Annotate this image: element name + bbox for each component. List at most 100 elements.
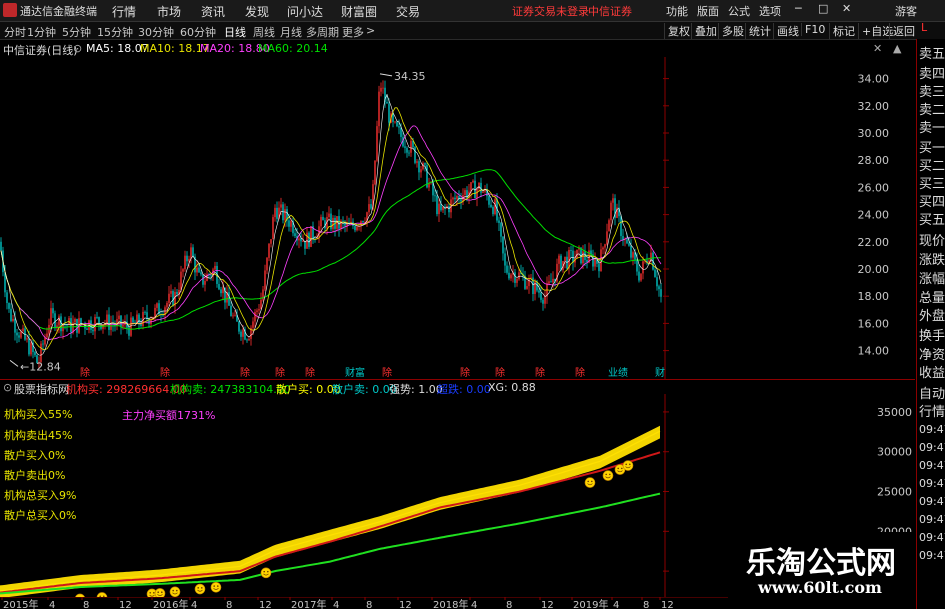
- candle-body: [170, 290, 172, 294]
- period-60min[interactable]: 60分钟: [180, 24, 216, 40]
- ma60-line: [0, 169, 662, 330]
- candle-body: [604, 244, 606, 248]
- candle-body: [560, 255, 562, 271]
- candle-body: [328, 213, 330, 218]
- time-axis-label: 12: [399, 600, 412, 609]
- menu-ask[interactable]: 问小达: [287, 3, 323, 20]
- price-chart[interactable]: 34.00 32.00 30.00 28.00 26.00 24.00 22.00 20.00…: [0, 57, 915, 379]
- candle-body: [58, 316, 60, 326]
- candle-body: [240, 331, 242, 337]
- candle-body: [184, 255, 186, 270]
- menu-market[interactable]: 市场: [157, 3, 181, 20]
- add-watchlist-button[interactable]: +自选: [858, 23, 893, 39]
- candle-body: [290, 221, 292, 227]
- candle-body: [120, 315, 122, 327]
- candle-body: [320, 216, 322, 227]
- settings-gear-icon[interactable]: ⊙: [73, 42, 82, 55]
- menu-options[interactable]: 选项: [759, 3, 781, 19]
- candle-body: [572, 250, 574, 263]
- smile-eye: [161, 591, 163, 594]
- candle-body: [94, 317, 96, 332]
- candle-body: [284, 209, 286, 221]
- period-more[interactable]: 更多: [342, 24, 364, 40]
- menu-formula[interactable]: 公式: [728, 3, 750, 19]
- menu-news[interactable]: 资讯: [201, 3, 225, 20]
- candle-body: [198, 267, 200, 273]
- candle-body: [14, 318, 16, 333]
- low-marker: [9, 359, 19, 367]
- candle-body: [602, 247, 604, 250]
- candle-body: [118, 315, 120, 320]
- f10-button[interactable]: F10: [801, 23, 825, 36]
- period-multi[interactable]: 多周期: [306, 24, 339, 40]
- adjust-button[interactable]: 复权: [664, 23, 690, 39]
- menu-layout[interactable]: 版面: [697, 3, 719, 19]
- overlay-button[interactable]: 叠加: [691, 23, 717, 39]
- time-axis-label: 4: [191, 600, 197, 609]
- candle-body: [550, 281, 552, 283]
- menu-trade[interactable]: 交易: [396, 3, 420, 20]
- auto-label[interactable]: 自动: [919, 383, 945, 402]
- guest-label[interactable]: 游客: [895, 3, 917, 19]
- menu-wealth[interactable]: 财富圈: [341, 3, 377, 20]
- candle-body: [420, 169, 422, 173]
- time-axis-label: 2015年: [3, 598, 38, 609]
- candle-body: [186, 255, 188, 262]
- period-15min[interactable]: 15分钟: [97, 24, 133, 40]
- menu-discover[interactable]: 发现: [245, 3, 269, 20]
- menu-market-quotes[interactable]: 行情: [112, 3, 136, 20]
- time-axis-label: 8: [643, 600, 649, 609]
- candle-body: [70, 318, 72, 333]
- back-button[interactable]: 返回: [889, 23, 915, 39]
- period-tick[interactable]: 分时: [4, 24, 26, 40]
- candle-body: [280, 204, 282, 208]
- candle-body: [558, 255, 560, 264]
- candle-body: [452, 197, 454, 200]
- candle-body: [542, 299, 544, 304]
- high-label: 34.35: [394, 70, 426, 83]
- indicator-settings-icon[interactable]: ⊙: [3, 381, 12, 394]
- indicator-axis-label: 25000: [877, 486, 912, 499]
- draw-line-button[interactable]: 画线: [773, 23, 799, 39]
- period-weekly[interactable]: 周线: [253, 24, 275, 40]
- candle-body: [182, 269, 184, 272]
- maximize-icon[interactable]: □: [818, 2, 828, 15]
- bid4-label: 买四: [919, 195, 945, 210]
- panel-toggle-icon[interactable]: L: [921, 21, 927, 34]
- collapse-up-icon[interactable]: ▲: [893, 42, 901, 55]
- login-warning[interactable]: 证券交易未登录: [512, 3, 589, 19]
- close-panel-icon[interactable]: ✕: [873, 42, 882, 55]
- stat-retail-sell: 散户卖出0%: [4, 469, 66, 482]
- statistics-button[interactable]: 统计: [745, 23, 771, 39]
- event-marker: 除: [495, 366, 505, 379]
- chevron-right-icon[interactable]: >: [366, 24, 375, 37]
- candle-body: [448, 206, 450, 213]
- period-daily[interactable]: 日线: [224, 24, 246, 40]
- menu-function[interactable]: 功能: [666, 3, 688, 19]
- price-axis-label: 16.00: [858, 317, 890, 330]
- close-icon[interactable]: ✕: [842, 2, 851, 15]
- period-5min[interactable]: 5分钟: [62, 24, 91, 40]
- candle-body: [156, 303, 158, 308]
- candle-body: [122, 324, 124, 327]
- candle-body: [380, 87, 382, 92]
- mark-button[interactable]: 标记: [829, 23, 855, 39]
- minimize-icon[interactable]: ─: [795, 2, 802, 15]
- time-axis-label: 8: [226, 600, 232, 609]
- multi-stock-button[interactable]: 多股: [718, 23, 744, 39]
- period-30min[interactable]: 30分钟: [138, 24, 174, 40]
- broker-name[interactable]: 中信证券: [588, 3, 632, 19]
- ticks-label[interactable]: 行情: [919, 401, 945, 420]
- candle-body: [102, 325, 104, 329]
- candle-body: [96, 317, 98, 318]
- stock-title[interactable]: 中信证券(日线): [3, 42, 78, 58]
- price-axis-label: 18.00: [858, 290, 890, 303]
- period-monthly[interactable]: 月线: [280, 24, 302, 40]
- candle-body: [504, 253, 506, 266]
- event-marker: 除: [160, 366, 170, 379]
- price-axis-label: 26.00: [858, 181, 890, 194]
- smile-signal-icon: [584, 477, 596, 488]
- period-1min[interactable]: 1分钟: [27, 24, 56, 40]
- smile-signal-icon: [169, 586, 181, 597]
- candle-body: [594, 259, 596, 267]
